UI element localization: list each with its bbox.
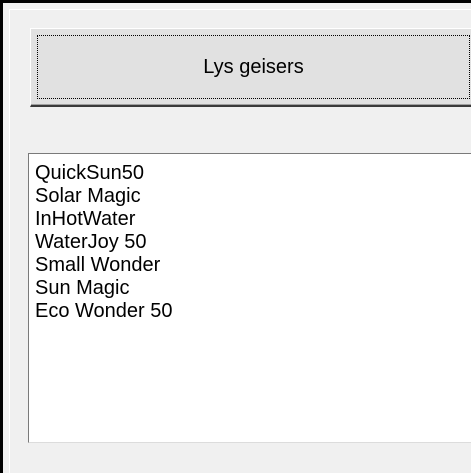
list-geysers-button-label: Lys geisers <box>203 55 304 78</box>
list-geysers-button[interactable]: Lys geisers <box>30 28 471 107</box>
list-item[interactable]: QuickSun50 <box>35 162 471 185</box>
app-window: Lys geisers QuickSun50 Solar Magic InHot… <box>0 0 471 473</box>
list-item[interactable]: Small Wonder <box>35 254 471 277</box>
list-item[interactable]: WaterJoy 50 <box>35 231 471 254</box>
list-item[interactable]: InHotWater <box>35 208 471 231</box>
list-item[interactable]: Sun Magic <box>35 277 471 300</box>
list-item[interactable]: Eco Wonder 50 <box>35 300 471 323</box>
list-item[interactable]: Solar Magic <box>35 185 471 208</box>
geyser-listbox[interactable]: QuickSun50 Solar Magic InHotWater WaterJ… <box>28 153 471 443</box>
